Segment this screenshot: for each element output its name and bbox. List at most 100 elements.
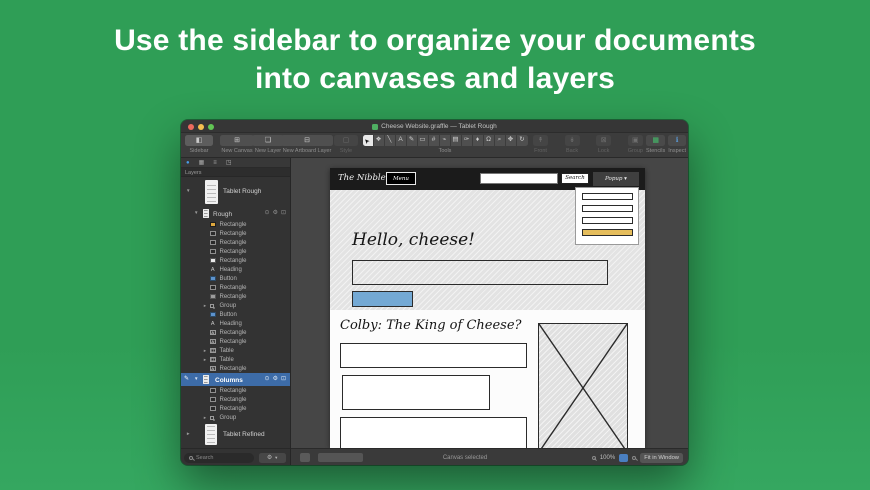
layer-item-rectangle[interactable]: Rectangle [181,238,290,247]
disclosure-icon[interactable]: ► [203,304,210,308]
fit-in-window-button[interactable]: Fit in Window [640,453,683,463]
layer-item-rectangle[interactable]: Rectangle [181,386,290,395]
wireframe-page[interactable]: The Nibbler Menu Search Popup ▾ Hello, c… [330,168,645,448]
layer-item-rectangle[interactable]: Rectangle [181,292,290,301]
layer-item-heading[interactable]: Heading [181,319,290,328]
layer-item-table[interactable]: ►Table [181,355,290,364]
hand-tool[interactable]: ✥ [506,135,517,146]
canvas-item-tablet-rough[interactable]: Tablet Rough [223,188,261,195]
wireframe-rectangle[interactable] [340,417,527,448]
wireframe-section-heading[interactable]: Colby: The King of Cheese? [340,318,522,333]
layer-item-button[interactable]: Button [181,274,290,283]
zoom-out-icon[interactable] [592,456,596,460]
text-tool[interactable]: A [396,135,407,146]
wireframe-search-button[interactable]: Search [561,173,589,184]
canvas-thumbnail[interactable] [205,424,217,445]
toolbar-inspect-button[interactable]: ℹInspect [668,135,686,154]
artboard-icon[interactable]: ⊡ [281,376,286,382]
popup-panel[interactable] [575,187,639,245]
magnet-tool[interactable]: Ω [484,135,495,146]
toolbar-lock-button[interactable]: ⊠Lock [596,135,611,154]
wireframe-rectangle[interactable] [340,343,527,368]
layer-item-rectangle[interactable]: Rectangle [181,328,290,337]
layer-item-rectangle[interactable]: Rectangle [181,283,290,292]
popup-row[interactable] [582,193,633,200]
sidebar-tab-canvases[interactable]: ● [186,160,190,166]
layer-item-rectangle[interactable]: Rectangle [181,256,290,265]
selection-tool[interactable]: ➤ [363,135,374,146]
settings-icon[interactable]: ⚙ [273,210,278,216]
wireframe-rectangle[interactable] [352,260,608,285]
layer-item-group[interactable]: ►Group [181,413,290,422]
wireframe-popup-button[interactable]: Popup ▾ [593,172,639,186]
wireframe-rectangle[interactable] [342,375,490,410]
layer-item-table[interactable]: ►Table [181,346,290,355]
layer-item-rectangle[interactable]: Rectangle [181,220,290,229]
wireframe-blue-button[interactable] [352,291,413,307]
shape-tool[interactable]: ❖ [374,135,385,146]
layer-item-group[interactable]: ►Group [181,301,290,310]
toolbar-stencils-button[interactable]: ▦Stencils [646,135,665,154]
toolbar-new-canvas-button[interactable]: ⊞ New Canvas [220,135,254,154]
disclosure-icon[interactable]: ► [203,358,210,362]
wireframe-menu-button[interactable]: Menu [386,172,416,185]
toolbar-group-button[interactable]: ▣Group [628,135,643,154]
settings-icon[interactable]: ⚙ [273,376,278,382]
canvas-thumbnail[interactable] [205,180,218,204]
zoom-in-icon[interactable] [632,456,636,460]
image-placeholder[interactable] [538,323,628,448]
canvas-disclosure-icon[interactable]: ▼ [186,189,190,194]
artboard-tool[interactable]: ▭ [418,135,429,146]
popup-row[interactable] [582,217,633,224]
layer-item-rectangle[interactable]: Rectangle [181,395,290,404]
status-canvas-icon[interactable] [300,453,310,462]
artboard-icon[interactable]: ⊡ [281,210,286,216]
browse-tool[interactable]: ↻ [517,135,528,146]
wireframe-hero-heading[interactable]: Hello, cheese! [352,230,475,250]
rubber-stamp-tool[interactable]: ♦ [473,135,484,146]
layer-item-rectangle[interactable]: Rectangle [181,337,290,346]
line-tool[interactable]: ╲ [385,135,396,146]
popup-row-highlighted[interactable] [582,229,633,236]
wireframe-brand[interactable]: The Nibbler [338,173,390,183]
disclosure-icon[interactable]: ► [203,349,210,353]
toolbar-new-artboard-layer-button[interactable]: ⊟ New Artboard Layer [281,135,333,154]
sidebar-tab-list[interactable]: ≡ [213,160,217,166]
sidebar-search-input[interactable]: Search [184,453,254,463]
connection-tool[interactable]: ⌁ [440,135,451,146]
layer-item-rectangle[interactable]: Rectangle [181,364,290,373]
pen-tool[interactable]: ✎ [407,135,418,146]
zoom-preset-button[interactable] [619,454,628,462]
canvas-item-tablet-refined[interactable]: Tablet Refined [223,431,265,438]
disclosure-icon[interactable]: ► [203,416,210,420]
diagram-tool[interactable]: ▤ [451,135,462,146]
layer-item-button[interactable]: Button [181,310,290,319]
popup-row[interactable] [582,205,633,212]
visibility-icon[interactable]: ⊙ [265,376,270,382]
zoom-tool[interactable]: ⌕ [495,135,506,146]
sidebar-tab-layers[interactable]: ▦ [199,160,205,166]
pattern-tool[interactable]: # [429,135,440,146]
sidebar-tab-contents[interactable]: ◳ [226,160,232,166]
layer-row-rough[interactable]: ▼ Rough ⊙ ⚙ ⊡ [181,207,290,220]
toolbar-style-button[interactable]: ▢ Style [334,135,358,154]
layer-disclosure-icon[interactable]: ▼ [194,211,198,216]
layer-row-columns[interactable]: ✎ ▼ Columns ⊙ ⚙ ⊡ [181,373,290,386]
status-page-control[interactable] [318,453,363,462]
sidebar-action-menu-button[interactable]: ⚙ ▼ [259,453,286,463]
canvas-disclosure-icon[interactable]: ► [186,432,190,437]
wireframe-search-input[interactable] [480,173,558,184]
toolbar-back-button[interactable]: ↡Back [565,135,580,154]
zoom-level[interactable]: 100% [600,455,615,461]
layer-item-rectangle[interactable]: Rectangle [181,247,290,256]
layer-item-rectangle[interactable]: Rectangle [181,229,290,238]
layer-disclosure-icon[interactable]: ▼ [194,377,198,382]
layer-item-heading[interactable]: Heading [181,265,290,274]
inspect-icon: ℹ [676,137,679,144]
visibility-icon[interactable]: ⊙ [265,210,270,216]
layer-item-rectangle[interactable]: Rectangle [181,404,290,413]
toolbar-front-button[interactable]: ↟Front [533,135,548,154]
toolbar-sidebar-button[interactable]: ◧ Sidebar [185,135,213,154]
style-brush-tool[interactable]: ✑ [462,135,473,146]
toolbar-new-layer-button[interactable]: ❏ New Layer [252,135,284,154]
